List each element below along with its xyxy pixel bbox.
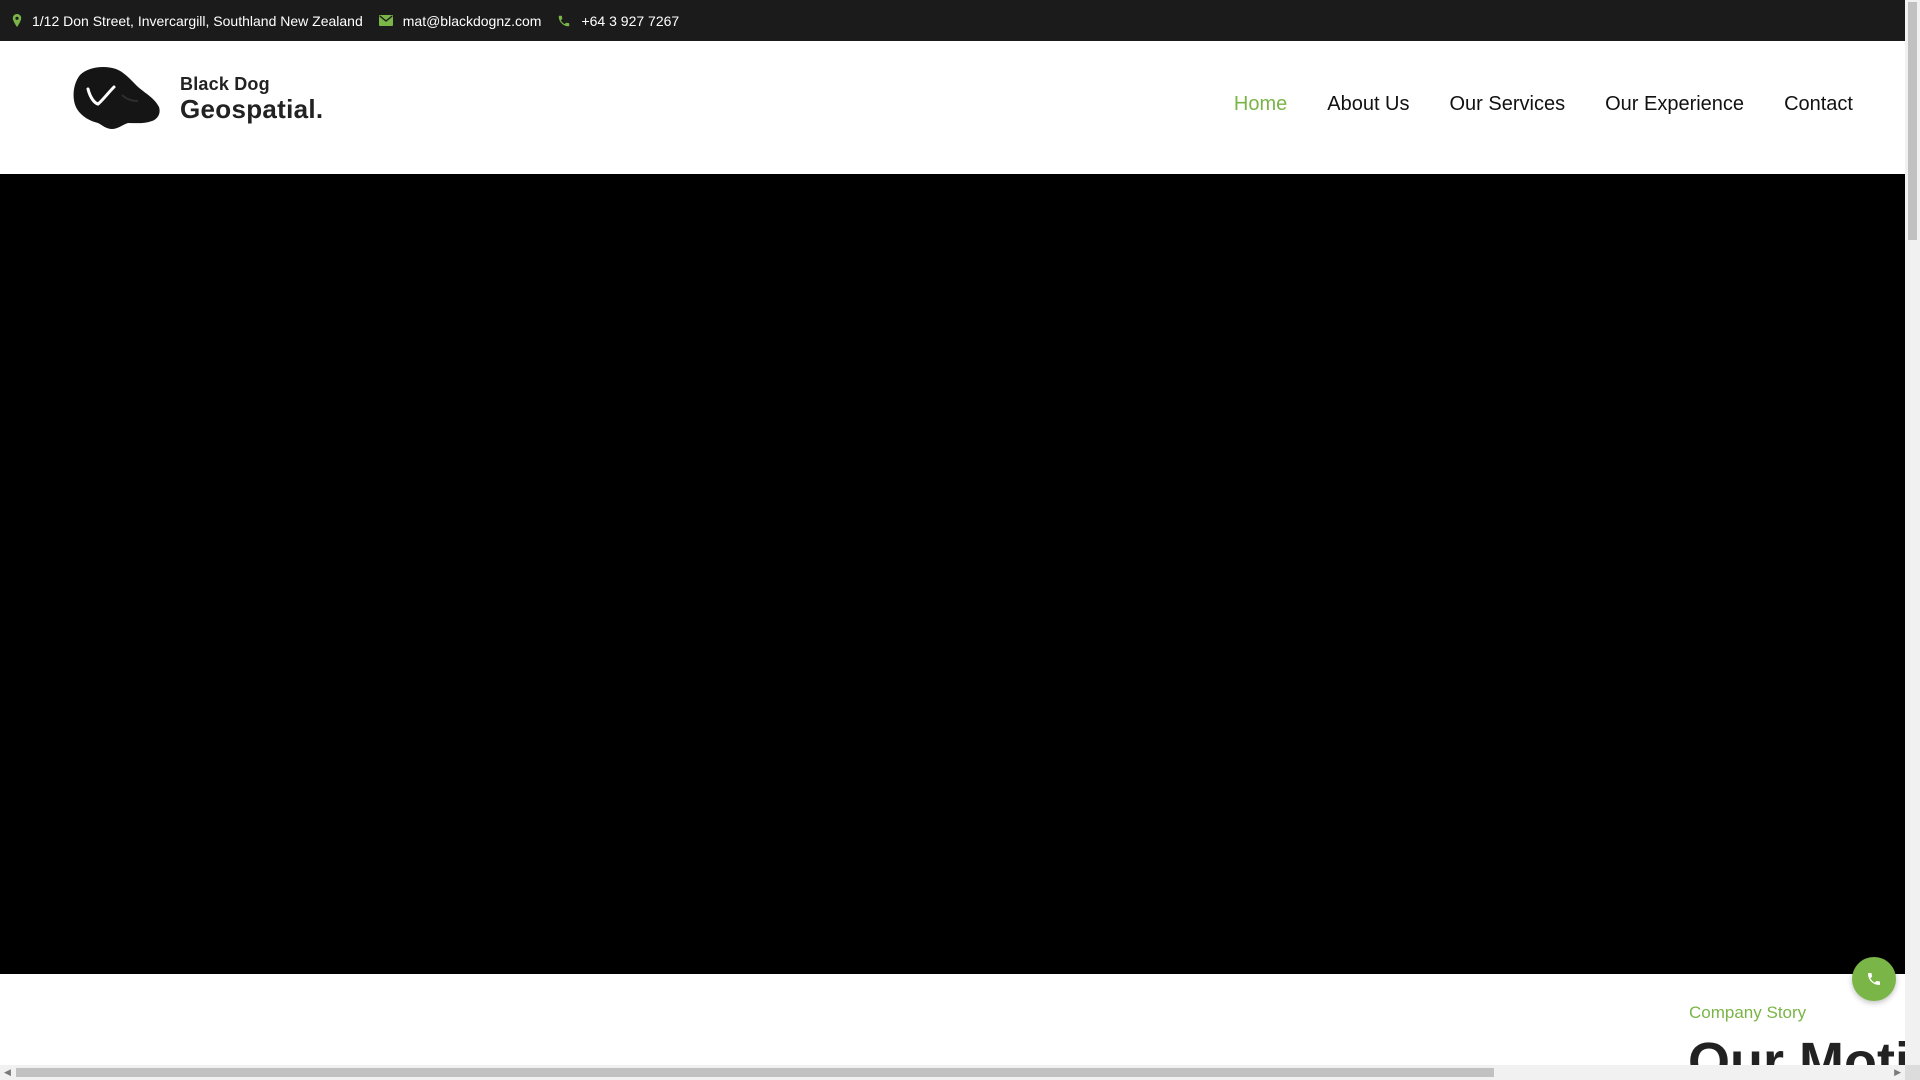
map-pin-icon [12,13,22,27]
email-link[interactable]: mat@blackdognz.com [403,13,542,29]
brand-name-line1: Black Dog [180,73,270,94]
company-story-label: Company Story [1689,1003,1807,1022]
page-viewport: 1/12 Don Street, Invercargill, Southland… [0,0,1905,1065]
phone-icon [559,15,570,26]
hero-video[interactable] [0,174,1905,974]
phone-info[interactable]: +64 3 927 7267 [557,13,679,29]
vertical-scroll-thumb[interactable] [1908,2,1917,240]
scrollbar-corner [1905,1065,1920,1080]
nav-about-us[interactable]: About Us [1327,93,1409,116]
address-info: 1/12 Don Street, Invercargill, Southland… [12,13,363,29]
email-info[interactable]: mat@blackdognz.com [378,13,542,29]
phone-link[interactable]: +64 3 927 7267 [581,13,679,29]
nav-our-services[interactable]: Our Services [1450,93,1566,116]
vertical-scrollbar[interactable] [1905,0,1920,1065]
nav-our-experience[interactable]: Our Experience [1605,93,1744,116]
nav-home[interactable]: Home [1234,93,1287,116]
brand-name-line2: Geospatial. [180,93,324,124]
envelope-icon [378,15,393,26]
horizontal-scroll-thumb[interactable] [16,1068,1494,1077]
nav-contact[interactable]: Contact [1784,93,1853,116]
brand-wordmark: Black Dog Geospatial. [180,75,323,122]
horizontal-scrollbar[interactable]: ◀ ▶ [0,1065,1905,1080]
dog-head-logo-icon [73,67,160,129]
phone-icon [1868,973,1880,985]
brand-logo[interactable]: Black Dog Geospatial. [66,63,323,133]
call-button[interactable] [1852,957,1896,1001]
scroll-right-arrow-icon[interactable]: ▶ [1894,1067,1901,1078]
scroll-left-arrow-icon[interactable]: ◀ [4,1067,11,1078]
site-header: Black Dog Geospatial. Home About Us Our … [0,41,1905,174]
top-info-bar: 1/12 Don Street, Invercargill, Southland… [0,0,1905,41]
main-nav: Home About Us Our Services Our Experienc… [1194,93,1853,116]
section-heading: Our Motiva [1688,1032,1905,1065]
address-text: 1/12 Don Street, Invercargill, Southland… [32,12,363,29]
